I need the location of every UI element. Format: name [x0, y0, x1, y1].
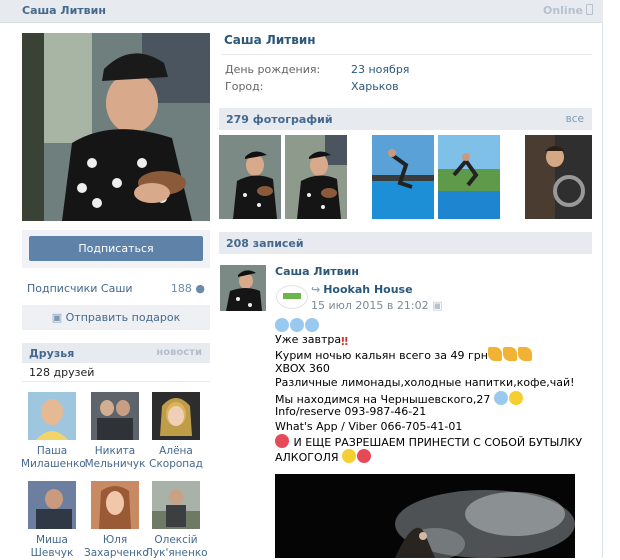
post-line: АЛКОГОЛЯ: [275, 450, 339, 464]
profile-name: Саша Литвин: [224, 33, 316, 47]
header-name[interactable]: Саша Литвин: [22, 4, 106, 17]
friend-last-name: Милашенко: [21, 458, 86, 470]
friend-last-name: Захарченко: [84, 547, 149, 559]
friend-item[interactable]: Паша Милашенко: [21, 392, 86, 471]
repost-source-logo[interactable]: [276, 285, 308, 309]
photo-thumbnail[interactable]: [219, 135, 281, 219]
page-header: Саша Литвин Online: [0, 0, 603, 23]
avatar: [28, 481, 76, 529]
repost-date[interactable]: 15 июл 2015 в 21:02 ▣: [311, 299, 443, 312]
flower-emoji-icon: [275, 434, 289, 448]
repost-date-text: 15 июл 2015 в 21:02: [311, 299, 429, 312]
users-icon: ●: [195, 282, 205, 295]
photos-header: 279 фотографий все: [219, 108, 592, 130]
column-divider: [602, 22, 603, 558]
friend-item[interactable]: Олексій Лук'яненко: [145, 481, 208, 560]
photo-thumbnail[interactable]: [525, 135, 592, 219]
subscribe-button[interactable]: Подписаться: [29, 236, 203, 261]
flower-emoji-icon: [357, 448, 372, 463]
photo-thumbnail[interactable]: [438, 135, 500, 219]
post-line: Info/reserve 093-987-46-21: [275, 405, 427, 418]
post-image[interactable]: [275, 474, 575, 558]
avatar: [28, 392, 76, 440]
photos-title[interactable]: 279 фотографий: [226, 113, 333, 126]
post-line: Уже завтра: [275, 332, 342, 346]
friend-first-name: Миша: [36, 534, 68, 546]
friend-first-name: Никита: [94, 445, 136, 457]
avatar: [91, 481, 139, 529]
subscribe-panel: Подписаться: [22, 230, 210, 268]
friend-last-name: Шевчук: [30, 547, 74, 559]
send-gift-label: Отправить подарок: [65, 311, 181, 324]
city-label: Город:: [225, 80, 264, 93]
friend-item[interactable]: Миша Шевчук: [21, 481, 83, 560]
snowflake-emoji-icon: [493, 390, 508, 405]
profile-photo[interactable]: [22, 33, 210, 221]
photos-all-link[interactable]: все: [566, 113, 584, 125]
friends-header: Друзья новости: [22, 343, 210, 363]
avatar: [152, 481, 200, 529]
divider: [222, 54, 592, 55]
post-author-avatar[interactable]: [220, 265, 266, 311]
send-gift-button[interactable]: ▣ Отправить подарок: [22, 305, 210, 330]
friend-first-name: Олексій: [154, 534, 198, 546]
friend-first-name: Паша: [36, 445, 68, 457]
friend-item[interactable]: Алёна Скоропад: [145, 392, 207, 471]
wink-emoji-icon: [508, 390, 523, 405]
birthday-value[interactable]: 23 ноября: [351, 63, 409, 76]
online-status-label: Online: [542, 4, 583, 17]
friends-news-link[interactable]: новости: [156, 347, 202, 358]
repost-source[interactable]: ↪ Hookah House: [311, 283, 413, 296]
post-author-name[interactable]: Саша Литвин: [275, 265, 359, 278]
post-text: Уже завтра‼ Курим ночью кальян всего за …: [275, 318, 595, 464]
followers-link[interactable]: Подписчики Саши 188 ●: [27, 282, 205, 295]
snowflake-emoji-icon: [305, 318, 319, 332]
city-value[interactable]: Харьков: [351, 80, 399, 93]
online-status: Online: [543, 4, 593, 17]
snowflake-emoji-icon: [290, 318, 304, 332]
post-line: И ЕЩЕ РАЗРЕШАЕМ ПРИНЕСТИ С СОБОЙ БУТЫЛКУ: [293, 436, 583, 449]
photo-thumbnail[interactable]: [285, 135, 347, 219]
wink-emoji-icon: [342, 448, 357, 463]
avatar: [152, 392, 200, 440]
friend-item[interactable]: Никита Мельничук: [84, 392, 146, 471]
avatar: [91, 392, 139, 440]
emoji-row: [275, 318, 595, 333]
post-line: Различные лимонады,холодные напитки,кофе…: [275, 376, 575, 389]
friend-last-name: Лук'яненко: [145, 547, 208, 559]
post-line: XBOX 360: [275, 361, 330, 375]
party-popper-emoji-icon: [487, 347, 502, 361]
followers-count-value: 188: [170, 282, 192, 295]
post-line: Мы находимся на Чернышевского,27: [275, 392, 491, 406]
friend-first-name: Алёна: [159, 445, 193, 457]
profile-photo-image: [22, 33, 210, 221]
image-icon: ▣: [432, 299, 443, 312]
friends-count: 128 друзей: [29, 366, 95, 379]
friends-title[interactable]: Друзья: [29, 347, 74, 360]
divider: [22, 381, 210, 382]
followers-count: 188 ●: [171, 282, 205, 295]
photo-thumbnail[interactable]: [372, 135, 434, 219]
wall-header: 208 записей: [219, 232, 592, 254]
snowflake-emoji-icon: [275, 318, 289, 332]
birthday-label: День рождения:: [225, 63, 321, 76]
mobile-phone-icon: [586, 4, 593, 15]
post-line: What's App / Viber 066-705-41-01: [275, 419, 463, 433]
repost-source-name: Hookah House: [323, 283, 413, 296]
post-line: Курим ночью кальян всего за 49 грн: [275, 349, 488, 362]
friend-first-name: Юля: [102, 534, 128, 546]
friend-last-name: Скоропад: [149, 458, 203, 470]
friend-item[interactable]: Юля Захарченко: [84, 481, 149, 560]
friend-last-name: Мельничук: [84, 458, 146, 470]
repost-arrow-icon: ↪: [311, 283, 321, 296]
wall-title[interactable]: 208 записей: [226, 237, 304, 250]
party-popper-emoji-icon: [517, 347, 532, 361]
gift-icon: ▣: [51, 311, 63, 324]
followers-label: Подписчики Саши: [27, 282, 133, 295]
party-popper-emoji-icon: [502, 347, 517, 361]
